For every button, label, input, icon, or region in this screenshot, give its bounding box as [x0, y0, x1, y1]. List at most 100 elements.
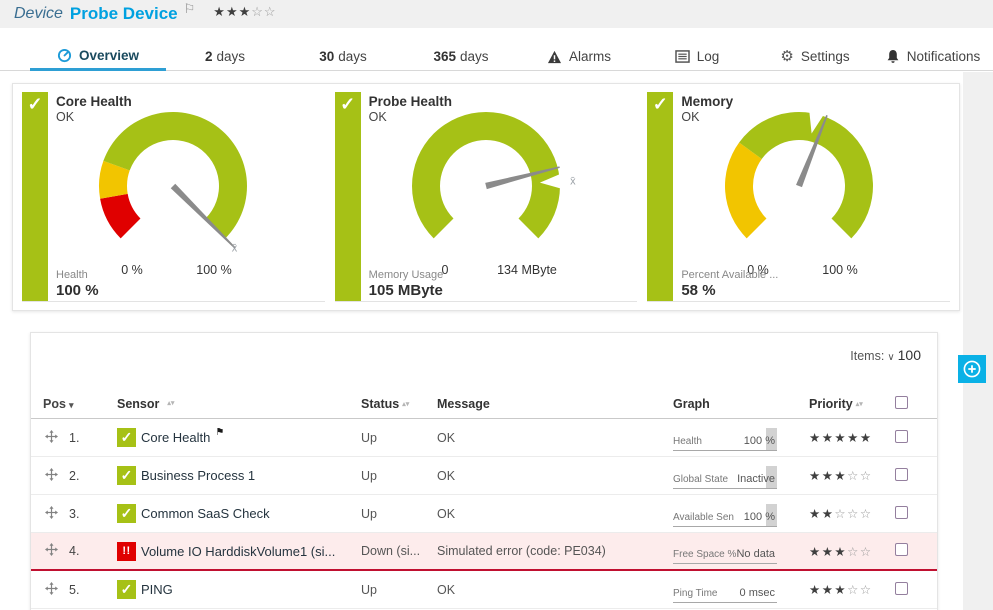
tab-overview[interactable]: Overview — [30, 42, 166, 71]
sensor-name-link[interactable]: Common SaaS Check — [141, 506, 270, 521]
row-checkbox[interactable] — [895, 543, 908, 556]
sensor-status: Up — [361, 583, 437, 597]
check-icon: ✓ — [647, 94, 673, 115]
row-position: 5. — [69, 583, 117, 597]
select-all-checkbox[interactable] — [895, 396, 908, 409]
flag-icon[interactable]: ⚐ — [184, 1, 196, 17]
tab-label: Overview — [79, 48, 139, 63]
sort-icon[interactable]: ▴▾ — [402, 402, 409, 407]
status-strip: ✓ — [22, 92, 48, 301]
items-count: 100 — [898, 347, 921, 363]
tab-label: days — [338, 49, 367, 64]
sort-icon[interactable]: ▴▾ — [167, 401, 174, 406]
device-priority-stars[interactable]: ★★★☆☆ — [213, 4, 276, 20]
check-icon: ✓ — [22, 94, 48, 115]
table-row-common-saas-check: 3.✓Common SaaS CheckUpOKAvailable Sen100… — [31, 495, 937, 533]
mini-graph[interactable]: Available Sen100 % — [673, 501, 777, 527]
stars-empty: ☆☆ — [847, 469, 872, 483]
priority-stars[interactable]: ★★★☆☆ — [809, 468, 895, 483]
page-title: Probe Device — [70, 4, 178, 24]
drag-handle[interactable] — [45, 543, 69, 559]
column-pos[interactable]: Pos▾ — [43, 397, 117, 411]
sensor-name-link[interactable]: PING — [141, 582, 173, 597]
column-graph: Graph — [673, 397, 809, 411]
add-button[interactable] — [958, 355, 986, 383]
column-sensor[interactable]: Sensor▴▾ — [117, 397, 361, 411]
stars-filled: ★★★ — [809, 583, 847, 597]
row-position: 1. — [69, 431, 117, 445]
drag-handle[interactable] — [45, 430, 69, 446]
table-header-row: Pos▾Sensor▴▾Status▴▾MessageGraphPriority… — [31, 389, 937, 419]
sensor-ok-icon: ✓ — [117, 466, 136, 485]
drag-handle[interactable] — [45, 468, 69, 484]
mini-graph[interactable]: Global State Inactive — [673, 463, 777, 489]
gauge-probe-health[interactable]: ✓Probe HealthOKx̄0134 MByteMemory Usage1… — [335, 92, 638, 302]
average-marker: x̄ — [232, 243, 238, 255]
mini-graph[interactable]: Ping Time0 msec — [673, 577, 777, 603]
channel-label: Health — [56, 269, 99, 281]
drag-handle[interactable] — [45, 506, 69, 522]
channel-value: 58 % — [681, 282, 778, 299]
channel-value: 105 MByte — [369, 282, 444, 299]
tab-settings[interactable]: ⚙Settings — [756, 42, 874, 71]
drag-handle[interactable] — [45, 582, 69, 598]
tab-365-days[interactable]: 365days — [402, 42, 520, 71]
tab-30-days[interactable]: 30days — [284, 42, 402, 71]
row-checkbox[interactable] — [895, 506, 908, 519]
row-checkbox[interactable] — [895, 582, 908, 595]
tab-log[interactable]: Log — [638, 42, 756, 71]
items-count-dropdown[interactable]: Items:∨100 — [850, 347, 921, 363]
gauge-icon — [57, 48, 72, 63]
flag-icon: ⚑ — [215, 428, 224, 438]
average-marker: x̄ — [570, 176, 576, 188]
gauge-memory[interactable]: ✓MemoryOKx̄0 %100 %Percent Available ...… — [647, 92, 950, 302]
sensor-name-link[interactable]: Volume IO HarddiskVolume1 (si... — [141, 544, 335, 559]
gauges-card: ✓Core HealthOKx̄0 %100 %Health100 %✓Prob… — [12, 83, 960, 311]
stars-filled: ★★★★★ — [809, 431, 873, 445]
warning-icon — [547, 50, 562, 64]
gauge-dial: x̄0 %100 % — [684, 106, 914, 281]
table-row-business-process-1: 2.✓Business Process 1UpOKGlobal StateIna… — [31, 457, 937, 495]
sort-icon[interactable]: ▴▾ — [856, 402, 863, 407]
column-status[interactable]: Status▴▾ — [361, 397, 437, 411]
sensor-status: Up — [361, 507, 437, 521]
graph-channel-value: 100 % — [744, 435, 775, 447]
priority-stars[interactable]: ★★★★★ — [809, 430, 895, 445]
stars-filled: ★★★ — [809, 469, 847, 483]
sensor-name-link[interactable]: Business Process 1 — [141, 468, 255, 483]
table-row-ping: 5.✓ PING UpOKPing Time0 msec ★★★☆☆ — [31, 571, 937, 609]
tab-prefix: 365 — [433, 49, 456, 64]
tab-notifications[interactable]: Notifications — [874, 42, 992, 71]
graph-channel-value: 100 % — [744, 511, 775, 523]
gauge-core-health[interactable]: ✓Core HealthOKx̄0 %100 %Health100 % — [22, 92, 325, 302]
priority-stars[interactable]: ★★★☆☆ — [809, 544, 895, 559]
priority-stars[interactable]: ★★★☆☆ — [809, 582, 895, 597]
sensor-message: Simulated error (code: PE034) — [437, 544, 673, 558]
sensor-message: OK — [437, 469, 673, 483]
sensor-error-icon: !! — [117, 542, 136, 561]
channel-value: 100 % — [56, 282, 99, 299]
sensor-name-link[interactable]: Core Health — [141, 430, 210, 445]
right-scroll-gutter[interactable] — [963, 72, 993, 610]
mini-graph[interactable]: Health100 % — [673, 425, 777, 451]
tab-alarms[interactable]: Alarms — [520, 42, 638, 71]
tab-prefix: 2 — [205, 49, 213, 64]
bell-icon — [886, 49, 900, 64]
tab-2-days[interactable]: 2days — [166, 42, 284, 71]
graph-channel-label: Global State — [673, 474, 728, 485]
channel-label: Percent Available ... — [681, 269, 778, 281]
mini-graph[interactable]: Free Space %No data — [673, 538, 777, 564]
row-checkbox[interactable] — [895, 430, 908, 443]
chevron-down-icon: ∨ — [887, 352, 894, 363]
sensor-status: Up — [361, 469, 437, 483]
sensor-ok-icon: ✓ — [117, 580, 136, 599]
title-bar: Device Probe Device ⚐ ★★★☆☆ — [0, 0, 993, 28]
tab-label: Settings — [801, 49, 850, 64]
graph-channel-value: Inactive — [737, 473, 775, 485]
sensor-status: Up — [361, 431, 437, 445]
row-checkbox[interactable] — [895, 468, 908, 481]
sensor-message: OK — [437, 507, 673, 521]
column-priority[interactable]: Priority▴▾ — [809, 397, 895, 411]
sensor-message: OK — [437, 583, 673, 597]
priority-stars[interactable]: ★★☆☆☆ — [809, 506, 895, 521]
